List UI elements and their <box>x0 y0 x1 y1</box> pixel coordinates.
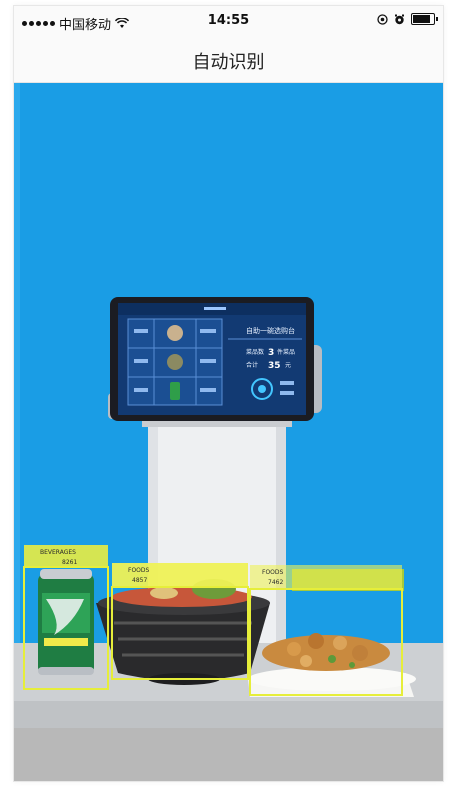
bottom-gray-panel <box>14 728 443 781</box>
screen-count-prefix: 菜品数 <box>246 348 264 356</box>
recognition-photo: 自助一碗选购台 菜品数 3 件菜品 合计 35 元 BEVERAGES 8261… <box>14 83 443 781</box>
detection-label-foods-1: FOODS <box>128 567 150 574</box>
screen-total-value: 35 <box>268 361 281 371</box>
detection-label-beverages: BEVERAGES <box>40 549 76 556</box>
status-right <box>377 13 438 25</box>
detection-score-foods-1: 4857 <box>132 577 147 584</box>
detection-score-beverages: 8261 <box>62 559 77 566</box>
noodle-bowl <box>96 579 270 685</box>
screen-header-text: 自助一碗选购台 <box>246 326 295 335</box>
location-icon <box>377 13 388 25</box>
phone-frame: 中国移动 14:55 自动识别 自助一碗选购台 菜品数 3 件菜品 合计 35 … <box>14 6 443 781</box>
alarm-icon <box>395 14 404 24</box>
battery-icon <box>411 13 438 25</box>
scene-illustration: 自助一碗选购台 菜品数 3 件菜品 合计 35 元 BEVERAGES 8261… <box>14 83 443 781</box>
status-bar: 中国移动 14:55 <box>14 6 443 38</box>
detection-score-foods-2: 7462 <box>268 579 283 586</box>
page-title: 自动识别 <box>192 52 265 73</box>
screen-count-suffix: 件菜品 <box>277 348 295 356</box>
screen-total-prefix: 合计 <box>246 361 258 369</box>
screen-total-suffix: 元 <box>285 362 291 369</box>
soda-can <box>38 569 94 675</box>
screen-count-value: 3 <box>268 348 274 358</box>
navigation-bar: 自动识别 <box>14 38 443 83</box>
detection-label-foods-2: FOODS <box>262 569 284 576</box>
